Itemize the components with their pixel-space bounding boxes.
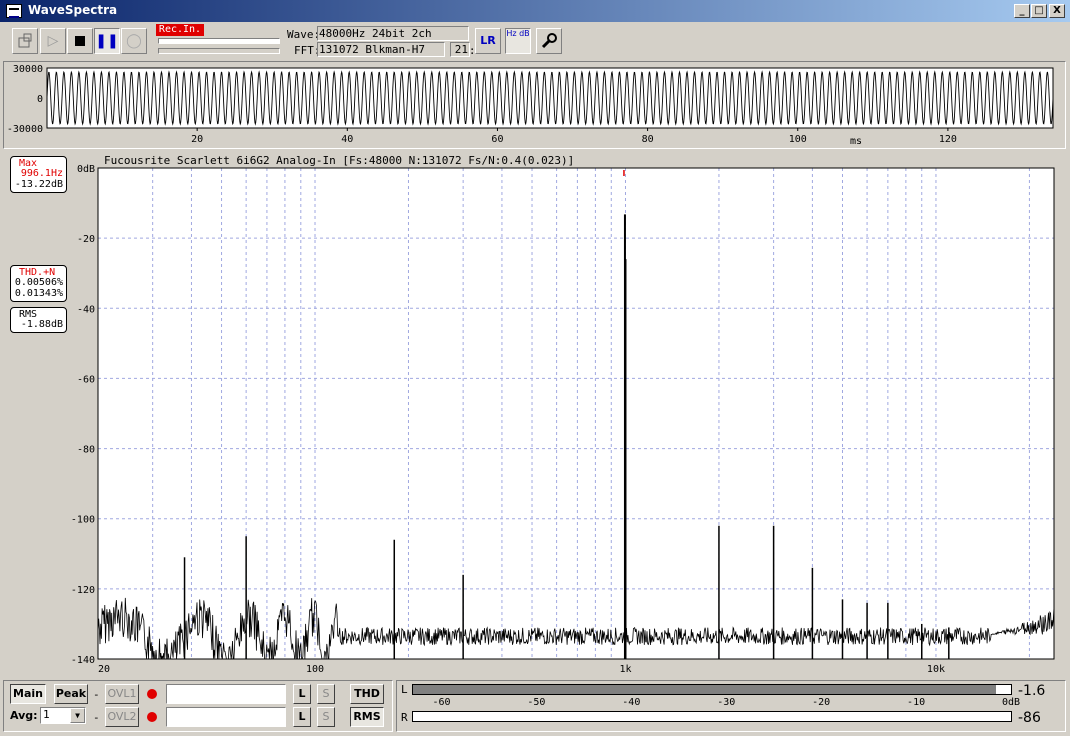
hz-db-icon: Hz dB bbox=[506, 29, 530, 38]
fft-settings-value: 131072 Blkman-H7 bbox=[317, 42, 445, 57]
ovl2-dash: - bbox=[93, 711, 100, 724]
level-meter-r-label: R bbox=[401, 711, 408, 724]
spectrum-x-tick-label: 20 bbox=[98, 664, 110, 675]
spectrum-y-tick-label: 0dB bbox=[77, 164, 95, 175]
level-meter-l-fill bbox=[413, 685, 996, 694]
level-meter-l bbox=[412, 684, 1012, 695]
level-meter-scale: -60 -50 -40 -30 -20 -10 0dB bbox=[0, 697, 1070, 711]
level-r-value: -86 bbox=[1018, 710, 1041, 726]
spectrum-x-tick-label: 10k bbox=[927, 664, 945, 675]
waveform-x-unit: ms bbox=[850, 136, 862, 147]
level-meter-tick-label: -40 bbox=[622, 697, 641, 708]
spectrum-chart[interactable]: 0dB -20 -40 -60 -80 -100 -120 -14020 100 1k 10k bbox=[0, 160, 1070, 680]
waveform-x-tick-label: 80 bbox=[642, 134, 654, 145]
level-meter-r bbox=[412, 711, 1012, 722]
input-level-slider-2[interactable] bbox=[158, 48, 280, 54]
waveform-x-tick-label: 120 bbox=[939, 134, 957, 145]
wave-format-value: 48000Hz 24bit 2ch bbox=[317, 26, 469, 41]
waveform-x-tick-label: 100 bbox=[789, 134, 807, 145]
hz-db-scale-button[interactable]: Hz dB bbox=[505, 28, 531, 54]
close-button[interactable]: X bbox=[1049, 4, 1065, 18]
spectrum-y-tick-label: -40 bbox=[77, 304, 95, 315]
fps-value: 21 bbox=[450, 42, 470, 57]
level-meter-tick-label: -10 bbox=[907, 697, 926, 708]
stop-icon bbox=[75, 36, 85, 46]
wave-label: Wave: bbox=[287, 28, 321, 41]
pause-icon: ❚❚ bbox=[95, 33, 119, 49]
level-l-value: -1.6 bbox=[1018, 683, 1046, 699]
spectrum-y-tick-label: -80 bbox=[77, 445, 95, 456]
open-file-button[interactable] bbox=[12, 28, 38, 54]
waveform-y-tick-label: 30000 bbox=[13, 64, 43, 75]
wrench-icon bbox=[541, 33, 557, 49]
spectrum-y-tick-label: -140 bbox=[71, 655, 95, 666]
lr-channel-button[interactable]: LR bbox=[475, 28, 501, 54]
play-icon: ▷ bbox=[47, 33, 59, 49]
waveform-x-tick-label: 20 bbox=[191, 134, 203, 145]
waveform-y-tick-label: 0 bbox=[37, 94, 43, 105]
title-bar: WaveSpectra _ □ X bbox=[0, 0, 1070, 22]
spectrum-y-tick-label: -100 bbox=[71, 515, 95, 526]
level-meter-tick-label: -20 bbox=[812, 697, 831, 708]
input-level-slider-track[interactable] bbox=[158, 38, 280, 44]
spectrum-plot-area bbox=[98, 168, 1054, 659]
waveform-x-tick-label: 60 bbox=[491, 134, 503, 145]
open-file-icon bbox=[18, 33, 32, 48]
settings-button[interactable] bbox=[536, 28, 562, 54]
ovl2-record-icon[interactable] bbox=[147, 712, 157, 722]
app-icon bbox=[6, 4, 22, 18]
maximize-button[interactable]: □ bbox=[1031, 4, 1047, 18]
spectrum-x-tick-label: 100 bbox=[306, 664, 324, 675]
record-icon: ◯ bbox=[126, 33, 142, 49]
spectrum-y-tick-label: -20 bbox=[77, 234, 95, 245]
record-button[interactable]: ◯ bbox=[121, 28, 147, 54]
level-meter-l-label: L bbox=[401, 683, 408, 696]
level-meter-tick-label: -60 bbox=[432, 697, 451, 708]
rec-in-badge[interactable]: Rec.In. bbox=[156, 24, 204, 36]
waveform-y-tick-label: -30000 bbox=[7, 124, 43, 135]
spectrum-y-tick-label: -60 bbox=[77, 374, 95, 385]
lr-icon: LR bbox=[480, 34, 496, 47]
level-meter-tick-label: -30 bbox=[717, 697, 736, 708]
spectrum-y-tick-label: -120 bbox=[71, 585, 95, 596]
waveform-x-tick-label: 40 bbox=[341, 134, 353, 145]
level-meter-tick-label: -50 bbox=[527, 697, 546, 708]
waveform-chart[interactable]: 30000 0 -30000 20 40 60 80 100 120 ms bbox=[0, 62, 1070, 150]
minimize-button[interactable]: _ bbox=[1014, 4, 1030, 18]
window-title: WaveSpectra bbox=[28, 3, 118, 17]
pause-button[interactable]: ❚❚ bbox=[94, 28, 120, 54]
spectrum-x-tick-label: 1k bbox=[619, 664, 631, 675]
play-button[interactable]: ▷ bbox=[40, 28, 66, 54]
stop-button[interactable] bbox=[67, 28, 93, 54]
